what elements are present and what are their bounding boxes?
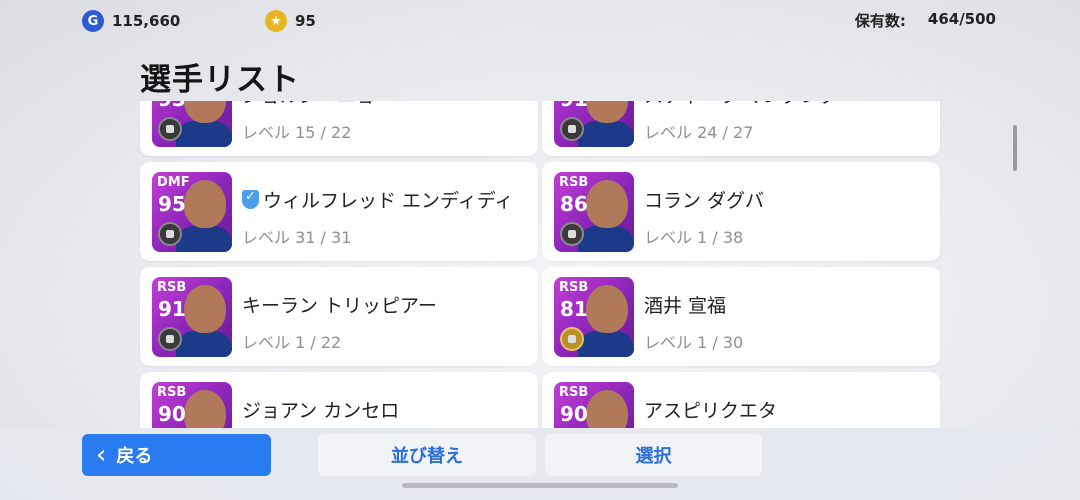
owned-label: 保有数: <box>854 12 906 30</box>
player-badge-icon <box>158 327 182 351</box>
player-thumbnail: RSB 81 <box>554 277 634 357</box>
player-rating: 93 <box>158 101 186 111</box>
player-name-row: アスピリクエタ <box>644 396 777 423</box>
player-photo <box>586 180 628 228</box>
home-indicator[interactable] <box>402 483 678 488</box>
coin-star-icon: ★ <box>265 10 287 32</box>
chevron-left-icon: ‹ <box>96 440 107 470</box>
player-photo <box>586 390 628 428</box>
player-thumbnail: RSB 90 <box>152 382 232 428</box>
back-button-label: 戻る <box>116 446 153 467</box>
owned-count: 保有数: 464/500 <box>855 10 996 31</box>
sort-button[interactable]: 並び替え <box>318 434 536 476</box>
player-shirt <box>176 121 232 147</box>
player-card[interactable]: 93 ジョルジーニョレベル 15 / 22 <box>140 101 538 156</box>
shield-check-icon <box>242 189 259 209</box>
player-level: レベル 31 / 31 <box>242 228 352 247</box>
bottom-action-bar: ‹ 戻る 並び替え 選択 <box>0 428 1080 500</box>
player-name: 酒井 宣福 <box>644 295 727 317</box>
player-shirt <box>176 226 232 252</box>
player-level: レベル 1 / 38 <box>644 228 744 247</box>
scrollbar[interactable] <box>1013 125 1017 171</box>
player-name: スティーヴ マンダンダ <box>644 101 839 107</box>
player-name-row: ジョアン カンセロ <box>242 396 399 423</box>
coin-value: 95 <box>295 12 316 30</box>
player-name-row: ウィルフレッド エンディディ <box>242 186 513 213</box>
player-photo <box>184 390 226 428</box>
gp-balance: G 115,660 <box>82 10 180 32</box>
player-thumbnail: RSB 90 <box>554 382 634 428</box>
player-level: レベル 1 / 30 <box>644 333 744 352</box>
player-shirt <box>176 331 232 357</box>
player-level: レベル 24 / 27 <box>644 123 754 142</box>
player-name-row: キーラン トリッピアー <box>242 291 437 318</box>
player-rating: 95 <box>158 192 186 216</box>
owned-value: 464/500 <box>927 10 996 28</box>
player-name: キーラン トリッピアー <box>242 295 437 317</box>
coin-balance: ★ 95 <box>265 10 316 32</box>
player-position: RSB <box>157 385 187 400</box>
player-card[interactable]: DMF 95 ウィルフレッド エンディディレベル 31 / 31 <box>140 162 538 261</box>
player-photo <box>184 180 226 228</box>
player-badge-icon <box>560 327 584 351</box>
player-badge-icon <box>560 222 584 246</box>
player-photo <box>184 285 226 333</box>
player-name: ジョアン カンセロ <box>242 400 400 422</box>
player-card[interactable]: RSB 90 アスピリクエタ <box>542 372 940 428</box>
player-thumbnail: 93 <box>152 101 232 147</box>
player-rating: 91 <box>158 297 186 321</box>
page-title: 選手リスト <box>140 62 300 98</box>
player-photo <box>184 101 226 123</box>
select-button[interactable]: 選択 <box>545 434 762 476</box>
player-list[interactable]: 93 ジョルジーニョレベル 15 / 22 91 スティーヴ マンダンダレベル 24 … <box>0 101 1080 428</box>
player-name: コラン ダグバ <box>644 190 765 212</box>
player-name: アスピリクエタ <box>644 400 778 422</box>
player-shirt <box>578 226 634 252</box>
player-card[interactable]: RSB 91 キーラン トリッピアー レベル 1 / 22 <box>140 267 538 366</box>
player-name-row: コラン ダグバ <box>644 186 764 213</box>
player-thumbnail: 91 <box>554 101 634 147</box>
player-name-row: 酒井 宣福 <box>644 291 726 318</box>
status-bar: G 115,660 ★ 95 保有数: 464/500 <box>0 0 1080 44</box>
player-level: レベル 1 / 22 <box>242 333 342 352</box>
player-name-row: スティーヴ マンダンダ <box>644 101 839 108</box>
player-photo <box>586 285 628 333</box>
player-level: レベル 15 / 22 <box>242 123 352 142</box>
player-name: ウィルフレッド エンディディ <box>263 190 514 212</box>
gp-icon: G <box>82 10 104 32</box>
player-card[interactable]: RSB 90 ジョアン カンセロ <box>140 372 538 428</box>
player-photo <box>586 101 628 123</box>
player-rating: 90 <box>158 402 186 426</box>
player-card[interactable]: RSB 86 コラン ダグバ レベル 1 / 38 <box>542 162 940 261</box>
player-rating: 86 <box>560 192 588 216</box>
player-badge-icon <box>560 117 584 141</box>
player-position: RSB <box>559 175 589 190</box>
player-shirt <box>578 331 634 357</box>
player-card[interactable]: RSB 81 酒井 宣福レベル 1 / 30 <box>542 267 940 366</box>
player-badge-icon <box>158 117 182 141</box>
player-shirt <box>578 121 634 147</box>
player-rating: 81 <box>560 297 588 321</box>
player-thumbnail: RSB 86 <box>554 172 634 252</box>
player-position: DMF <box>157 175 190 190</box>
player-position: RSB <box>157 280 187 295</box>
player-position: RSB <box>559 280 589 295</box>
player-card[interactable]: 91 スティーヴ マンダンダレベル 24 / 27 <box>542 101 940 156</box>
player-rating: 91 <box>560 101 588 111</box>
player-badge-icon <box>158 222 182 246</box>
player-thumbnail: DMF 95 <box>152 172 232 252</box>
player-thumbnail: RSB 91 <box>152 277 232 357</box>
player-name-row: ジョルジーニョ <box>242 101 375 108</box>
player-rating: 90 <box>560 402 588 426</box>
back-button[interactable]: ‹ 戻る <box>82 434 271 476</box>
gp-value: 115,660 <box>112 12 181 30</box>
player-name: ジョルジーニョ <box>242 101 375 107</box>
player-position: RSB <box>559 385 589 400</box>
